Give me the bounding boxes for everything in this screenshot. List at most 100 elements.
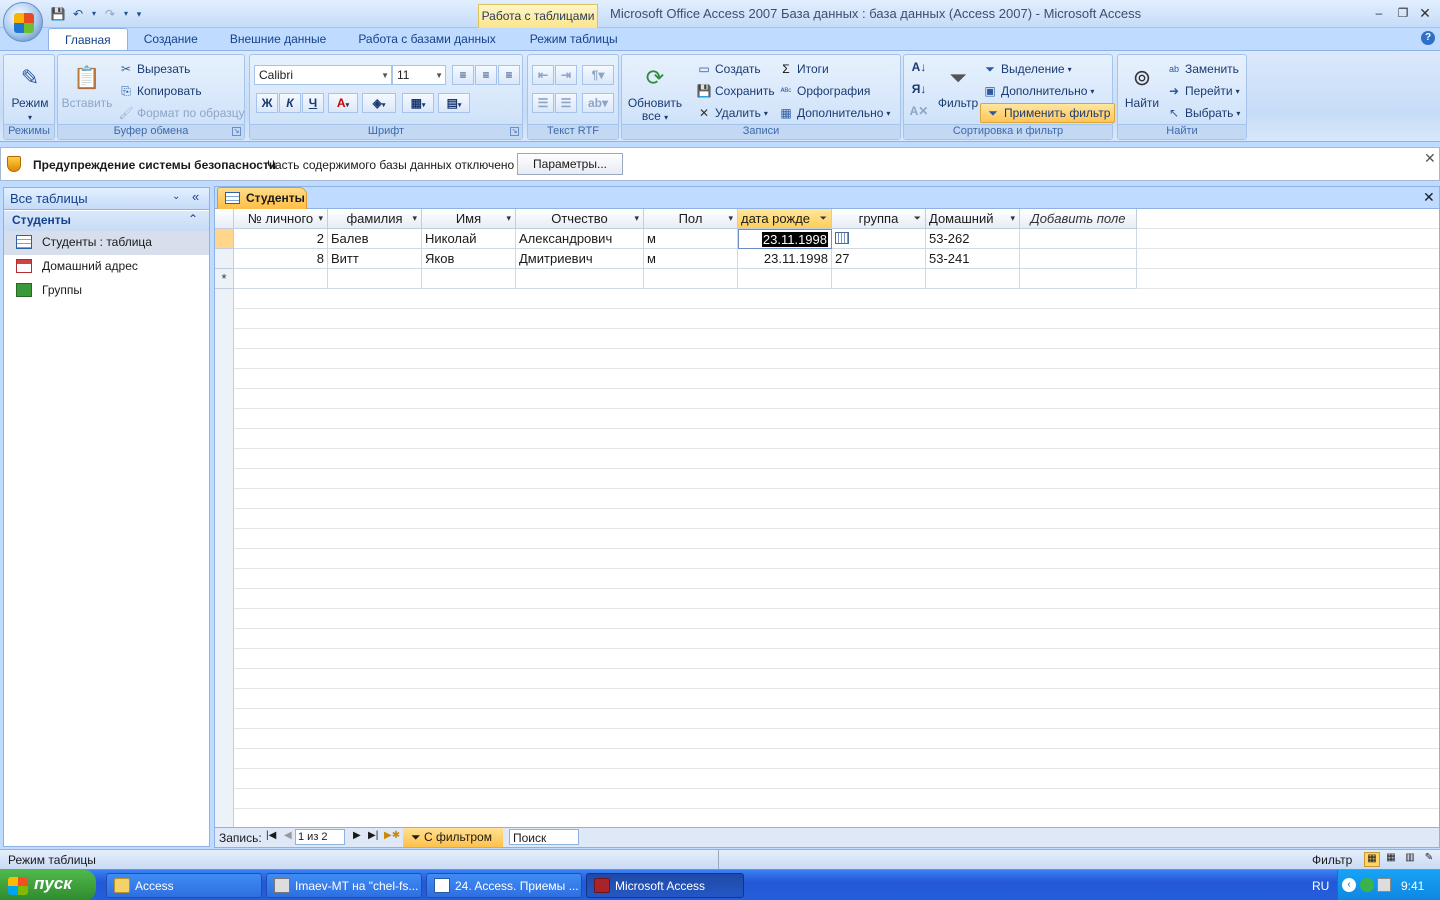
table-cell[interactable]: Дмитриевич: [516, 249, 644, 269]
delete-record-button[interactable]: ✕ Удалить ▾: [696, 105, 768, 121]
table-cell[interactable]: [422, 269, 516, 289]
tab-datasheet[interactable]: Режим таблицы: [512, 28, 636, 50]
pivot-chart-view-icon[interactable]: ▥: [1402, 852, 1418, 867]
decrease-indent-button[interactable]: ⇤: [532, 65, 554, 85]
table-cell[interactable]: [926, 269, 1020, 289]
chevron-down-icon[interactable]: ▾: [1010, 209, 1015, 228]
customize-qat-icon[interactable]: ▾: [134, 6, 144, 22]
filter-applied-icon[interactable]: ⏷: [820, 209, 827, 228]
view-button[interactable]: ✎ Режим ▾: [7, 61, 53, 124]
table-cell[interactable]: [1020, 269, 1137, 289]
bullets-button[interactable]: ☰: [555, 93, 577, 113]
column-header[interactable]: Пол ▾: [644, 209, 738, 229]
record-position-input[interactable]: 1 из 2: [295, 829, 345, 845]
column-header-active[interactable]: дата рожде ⏷: [738, 209, 832, 229]
pivot-table-view-icon[interactable]: ▦: [1383, 852, 1399, 867]
column-header[interactable]: фамилия ▾: [328, 209, 422, 229]
table-cell[interactable]: 27: [832, 249, 926, 269]
search-input[interactable]: Поиск: [509, 829, 579, 845]
row-selector[interactable]: [215, 249, 234, 269]
select-button[interactable]: ↖ Выбрать ▾: [1166, 105, 1240, 121]
add-field-header[interactable]: Добавить поле: [1020, 209, 1137, 229]
dialog-launcher-icon[interactable]: ↘: [510, 127, 519, 136]
filter-applied-icon[interactable]: ⏷: [914, 209, 921, 228]
new-row-selector[interactable]: *: [215, 269, 234, 289]
tab-database-tools[interactable]: Работа с базами данных: [342, 28, 511, 50]
chevron-down-icon[interactable]: ▾: [728, 209, 733, 228]
table-cell[interactable]: 23.11.1998: [738, 249, 832, 269]
table-cell[interactable]: [644, 269, 738, 289]
language-indicator[interactable]: RU: [1312, 879, 1329, 893]
save-record-button[interactable]: 💾 Сохранить: [696, 83, 775, 99]
column-header[interactable]: Домашний ▾: [926, 209, 1020, 229]
table-cell[interactable]: Александрович: [516, 229, 644, 249]
minimize-button[interactable]: –: [1368, 4, 1390, 22]
document-tab-students[interactable]: Студенты: [217, 187, 307, 209]
new-record-nav-icon[interactable]: ▶✱: [384, 830, 400, 841]
table-cell[interactable]: [832, 229, 926, 249]
chevron-down-icon[interactable]: ⌄: [172, 191, 180, 202]
sort-descending-icon[interactable]: Я↓: [908, 80, 930, 100]
row-selector[interactable]: [215, 229, 234, 249]
tray-app-icon[interactable]: [1360, 878, 1374, 892]
nav-group-header[interactable]: Студенты ⌃: [4, 211, 209, 231]
table-cell[interactable]: м: [644, 229, 738, 249]
table-cell[interactable]: м: [644, 249, 738, 269]
maximize-button[interactable]: ❐: [1392, 4, 1414, 22]
column-header[interactable]: группа ⏷: [832, 209, 926, 229]
spelling-button[interactable]: ᴬᴮᶜ Орфография: [778, 83, 871, 99]
bold-button[interactable]: Ж: [256, 93, 278, 113]
select-all-corner[interactable]: [215, 209, 234, 229]
goto-button[interactable]: ➜ Перейти ▾: [1166, 83, 1240, 99]
clock[interactable]: 9:41: [1401, 879, 1424, 893]
new-record-button[interactable]: ▭ Создать: [696, 61, 760, 77]
table-cell[interactable]: Яков: [422, 249, 516, 269]
nav-item-home-address[interactable]: Домашний адрес: [4, 255, 209, 279]
paragraph-direction-button[interactable]: ¶▾: [582, 65, 614, 85]
office-button[interactable]: [3, 2, 43, 42]
calendar-picker-icon[interactable]: [835, 232, 849, 244]
help-icon[interactable]: ?: [1421, 31, 1435, 45]
chevron-down-icon[interactable]: ▾: [634, 209, 639, 228]
network-icon[interactable]: [1377, 878, 1391, 892]
dropdown-icon[interactable]: ▾: [90, 6, 98, 22]
more-records-button[interactable]: ▦ Дополнительно ▾: [778, 105, 890, 121]
close-icon[interactable]: ✕: [1424, 150, 1436, 167]
table-cell[interactable]: [328, 269, 422, 289]
redo-icon[interactable]: ↷: [102, 6, 118, 22]
close-document-icon[interactable]: ✕: [1423, 189, 1435, 206]
taskbar-item-active[interactable]: Microsoft Access: [586, 873, 744, 898]
totals-button[interactable]: Σ Итоги: [778, 61, 828, 77]
table-cell[interactable]: 53-241: [926, 249, 1020, 269]
table-cell[interactable]: 8: [234, 249, 328, 269]
find-button[interactable]: ⊚ Найти: [1120, 61, 1164, 110]
sort-ascending-icon[interactable]: A↓: [908, 58, 930, 78]
table-cell[interactable]: [1020, 229, 1137, 249]
sort-dropdown-icon[interactable]: ▾: [412, 209, 417, 228]
design-view-icon[interactable]: ✎: [1421, 852, 1437, 867]
table-cell[interactable]: Балев: [328, 229, 422, 249]
show-hidden-icons-icon[interactable]: ‹: [1342, 878, 1356, 892]
nav-header[interactable]: Все таблицы ⌄ «: [4, 188, 209, 210]
underline-button[interactable]: Ч: [302, 93, 324, 113]
gridlines-button[interactable]: ▦▾: [402, 93, 434, 113]
security-options-button[interactable]: Параметры...: [517, 153, 623, 175]
next-record-icon[interactable]: ▶: [353, 830, 361, 841]
toggle-filter-button[interactable]: ⏷ Применить фильтр: [980, 103, 1116, 123]
tab-external-data[interactable]: Внешние данные: [214, 28, 343, 50]
alt-row-color-button[interactable]: ▤▾: [438, 93, 470, 113]
fill-color-button[interactable]: ◈▾: [362, 93, 396, 113]
column-header[interactable]: Отчество ▾: [516, 209, 644, 229]
collapse-pane-icon[interactable]: «: [192, 189, 199, 204]
font-name-combo[interactable]: Calibri ▼: [254, 65, 392, 85]
font-color-button[interactable]: A▾: [328, 93, 358, 113]
table-cell[interactable]: [516, 269, 644, 289]
selection-button[interactable]: ⏷ Выделение ▾: [982, 61, 1071, 77]
clear-sort-icon[interactable]: A✕: [908, 102, 930, 122]
nav-item-groups[interactable]: Группы: [4, 279, 209, 303]
align-center-button[interactable]: ≡: [475, 65, 497, 85]
table-cell[interactable]: 2: [234, 229, 328, 249]
taskbar-item[interactable]: Access: [106, 873, 262, 898]
collapse-group-icon[interactable]: ⌃: [188, 212, 198, 226]
font-size-combo[interactable]: 11 ▼: [392, 65, 446, 85]
